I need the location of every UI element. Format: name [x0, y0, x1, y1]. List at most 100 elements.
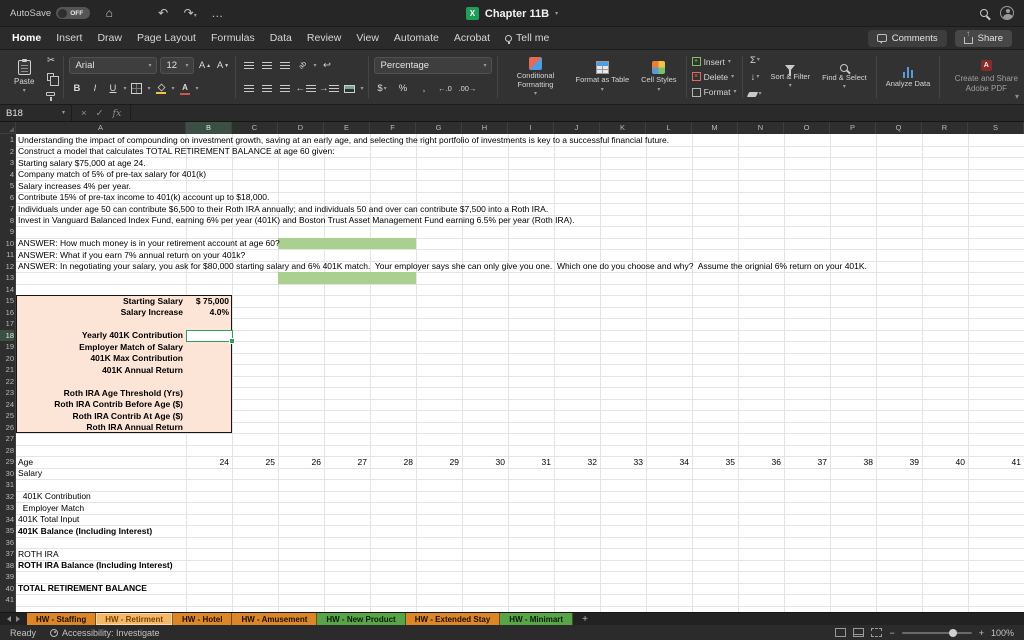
next-sheet-icon[interactable]: [16, 616, 20, 622]
cell-A8[interactable]: Invest in Vanguard Balanced Index Fund, …: [18, 215, 574, 226]
copy-button[interactable]: [43, 70, 60, 86]
cell-I29[interactable]: 31: [509, 457, 551, 468]
column-header-J[interactable]: J: [554, 122, 600, 134]
column-header-G[interactable]: G: [416, 122, 462, 134]
row-header-26[interactable]: 26: [0, 422, 14, 434]
sheet-tab-hw-staffing[interactable]: HW - Staffing: [27, 613, 97, 625]
conditional-formatting-button[interactable]: Conditional Formatting ▾: [503, 56, 567, 97]
tell-me-button[interactable]: Tell me: [505, 32, 549, 44]
row-header-29[interactable]: 29: [0, 456, 14, 468]
cell-R29[interactable]: 40: [923, 457, 965, 468]
row-header-41[interactable]: 41: [0, 594, 14, 606]
italic-button[interactable]: I: [87, 81, 102, 96]
cell-S29[interactable]: 41: [969, 457, 1021, 468]
font-name-select[interactable]: Arial ▾: [69, 57, 158, 74]
fill-button[interactable]: ↓ ▾: [748, 70, 763, 85]
row-header-20[interactable]: 20: [0, 353, 14, 365]
column-header-I[interactable]: I: [508, 122, 554, 134]
find-select-button[interactable]: Find & Select ▾: [818, 63, 871, 90]
column-header-C[interactable]: C: [232, 122, 278, 134]
row-header-2[interactable]: 2: [0, 146, 14, 158]
align-top-button[interactable]: [241, 58, 256, 73]
cell-A34[interactable]: 401K Total Input: [18, 514, 79, 525]
cell-M29[interactable]: 35: [693, 457, 735, 468]
cell-L29[interactable]: 34: [647, 457, 689, 468]
wrap-text-button[interactable]: ↩: [319, 58, 334, 73]
align-left-button[interactable]: [241, 81, 256, 96]
row-header-23[interactable]: 23: [0, 387, 14, 399]
format-cells-button[interactable]: Format ▾: [691, 85, 737, 100]
decrease-decimal-button[interactable]: .00→: [458, 81, 476, 96]
autosum-button[interactable]: Σ ▾: [748, 53, 763, 68]
cell-A26[interactable]: Roth IRA Annual Return: [17, 422, 183, 433]
row-header-18[interactable]: 18: [0, 329, 14, 341]
row-header-28[interactable]: 28: [0, 445, 14, 457]
cell-D29[interactable]: 26: [279, 457, 321, 468]
cell-A2[interactable]: Construct a model that calculates TOTAL …: [18, 146, 335, 157]
tab-page-layout[interactable]: Page Layout: [137, 32, 196, 44]
row-header-22[interactable]: 22: [0, 376, 14, 388]
cell-A7[interactable]: Individuals under age 50 can contribute …: [18, 204, 548, 215]
column-header-Q[interactable]: Q: [876, 122, 922, 134]
row-header-25[interactable]: 25: [0, 410, 14, 422]
row-header-32[interactable]: 32: [0, 491, 14, 503]
tab-acrobat[interactable]: Acrobat: [454, 32, 490, 44]
sheet-tab-hw-new-product[interactable]: HW - New Product: [317, 613, 406, 625]
cut-button[interactable]: ✂: [43, 53, 58, 68]
zoom-slider[interactable]: [901, 628, 972, 637]
paste-button[interactable]: Paste ▾: [9, 59, 39, 95]
align-bottom-button[interactable]: [277, 58, 292, 73]
increase-decimal-button[interactable]: ←.0: [437, 81, 452, 96]
column-header-B[interactable]: B: [186, 122, 232, 134]
tab-review[interactable]: Review: [307, 32, 341, 44]
comments-button[interactable]: Comments: [867, 29, 947, 47]
row-header-35[interactable]: 35: [0, 525, 14, 537]
name-box[interactable]: B18 ▾: [0, 105, 72, 121]
row-header-3[interactable]: 3: [0, 157, 14, 169]
row-header-36[interactable]: 36: [0, 537, 14, 549]
row-header-7[interactable]: 7: [0, 203, 14, 215]
title-chevron-icon[interactable]: ▾: [555, 11, 558, 17]
row-header-37[interactable]: 37: [0, 548, 14, 560]
borders-button[interactable]: [129, 81, 144, 96]
cell-A21[interactable]: 401K Annual Return: [17, 365, 183, 376]
fill-color-button[interactable]: [154, 81, 169, 96]
cell-A19[interactable]: Employer Match of Salary: [17, 342, 183, 353]
column-header-M[interactable]: M: [692, 122, 738, 134]
row-header-9[interactable]: 9: [0, 226, 14, 238]
sheet-tab-hw-amusement[interactable]: HW - Amusement: [232, 613, 318, 625]
number-format-select[interactable]: Percentage ▾: [374, 57, 493, 74]
zoom-level[interactable]: 100%: [991, 628, 1014, 638]
row-header-19[interactable]: 19: [0, 341, 14, 353]
sheet-tab-hw-minimart[interactable]: HW - Minimart: [500, 613, 574, 625]
clear-button[interactable]: ▾: [747, 87, 763, 102]
format-as-table-button[interactable]: Format as Table ▾: [571, 61, 633, 93]
cell-A16[interactable]: Salary Increase: [17, 307, 183, 318]
accessibility-status[interactable]: Accessibility: Investigate: [50, 628, 160, 638]
percent-format-button[interactable]: %: [395, 81, 410, 96]
font-color-button[interactable]: A: [178, 81, 193, 96]
cell-A35[interactable]: 401K Balance (Including Interest): [18, 526, 152, 537]
cell-H29[interactable]: 30: [463, 457, 505, 468]
tab-automate[interactable]: Automate: [394, 32, 439, 44]
cell-A29[interactable]: Age: [18, 457, 33, 468]
cell-A37[interactable]: ROTH IRA: [18, 549, 59, 560]
cell-F29[interactable]: 28: [371, 457, 413, 468]
delete-cells-button[interactable]: × Delete ▾: [691, 69, 737, 84]
create-share-adobe-pdf-button[interactable]: A Create and Share Adobe PDF: [945, 60, 1024, 93]
cell-A30[interactable]: Salary: [18, 468, 42, 479]
format-painter-button[interactable]: [43, 87, 58, 102]
bold-button[interactable]: B: [69, 81, 84, 96]
column-header-E[interactable]: E: [324, 122, 370, 134]
cell-G29[interactable]: 29: [417, 457, 459, 468]
cell-P29[interactable]: 38: [831, 457, 873, 468]
formula-input[interactable]: [131, 105, 1024, 121]
cell-A24[interactable]: Roth IRA Contrib Before Age ($): [17, 399, 183, 410]
comma-format-button[interactable]: ,: [416, 81, 431, 96]
tab-data[interactable]: Data: [270, 32, 292, 44]
cell-A25[interactable]: Roth IRA Contrib At Age ($): [17, 411, 183, 422]
cell-B15[interactable]: $ 75,000: [187, 296, 229, 307]
underline-button[interactable]: U: [105, 81, 120, 96]
cell-A20[interactable]: 401K Max Contribution: [17, 353, 183, 364]
column-header-D[interactable]: D: [278, 122, 324, 134]
